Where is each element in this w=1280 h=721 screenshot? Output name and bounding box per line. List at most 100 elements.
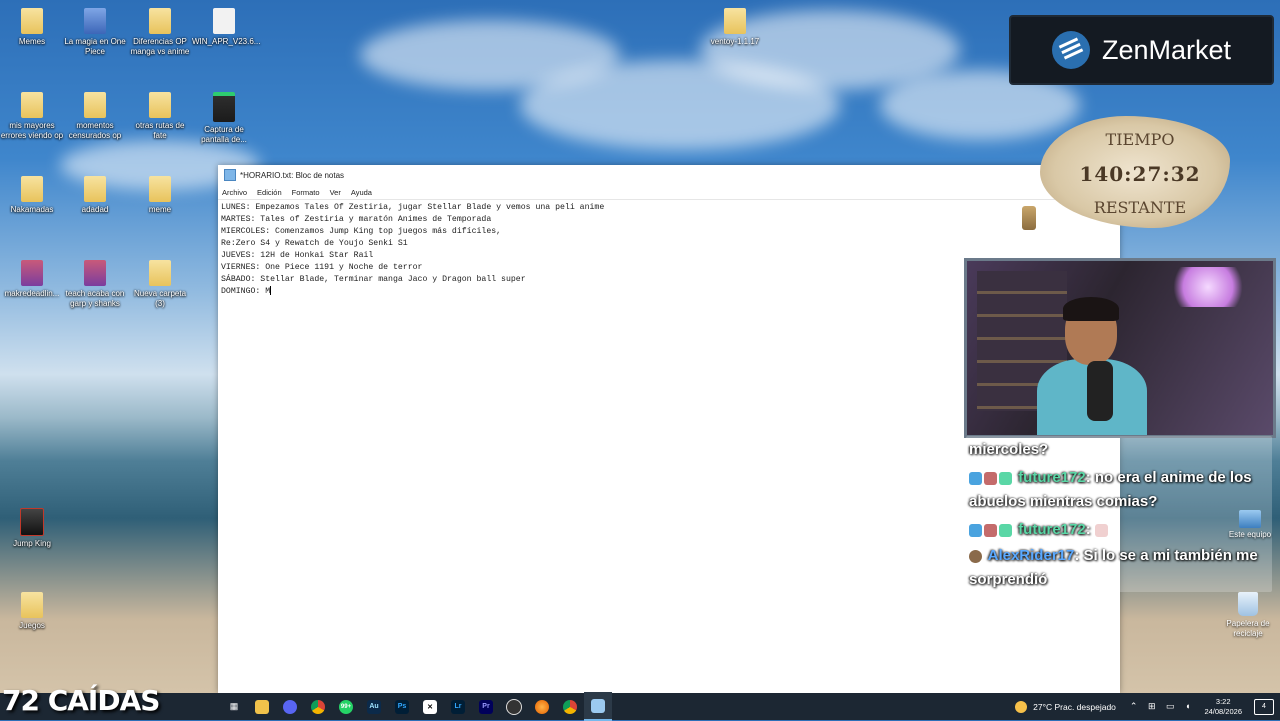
image-icon <box>21 260 43 286</box>
tray-icons[interactable]: ⌃ ⊞ ▭ ◖ <box>1130 701 1195 712</box>
chat-message: future172: no era el anime de los abuelo… <box>969 466 1269 514</box>
folder-icon <box>149 260 171 286</box>
desktop-icon-mis-mayores[interactable]: mis mayores errores viendo op <box>0 92 64 141</box>
obs-icon[interactable] <box>500 693 528 720</box>
text-line: MIERCOLES: Comenzamos Jump King top jueg… <box>221 227 502 236</box>
notification-badge: 99+ <box>339 699 353 714</box>
clock[interactable]: 3:22 24/08/2026 <box>1204 697 1242 717</box>
desktop-icon-otras-rutas[interactable]: otras rutas de fate <box>128 92 192 141</box>
chat-message: miercoles? <box>969 438 1269 462</box>
capcut-icon[interactable]: ✕ <box>416 693 444 720</box>
desktop-icon-jump-king[interactable]: Jump King <box>0 508 64 549</box>
recycle-bin-icon <box>1238 592 1258 616</box>
app-label: Pr <box>479 699 493 714</box>
menu-edicion[interactable]: Edición <box>257 188 282 197</box>
app-label: Au <box>367 699 381 714</box>
chat-message: AlexRider17: Si lo se a mi también me so… <box>969 544 1269 592</box>
desktop-icon-la-magia[interactable]: La magia en One Piece <box>63 8 127 57</box>
badge-icon <box>969 549 982 563</box>
desktop-icon-ventoy[interactable]: ventoy-1.1.17 <box>703 8 767 47</box>
chat-text: : <box>1085 521 1091 538</box>
desktop-icon-diferencias[interactable]: Diferencias OP manga vs anime <box>128 8 192 57</box>
image-icon <box>84 260 106 286</box>
countdown-timer: TIEMPO 140:27:32 RESTANTE <box>1022 116 1240 234</box>
taskbar: ▦ 99+ Au Ps ✕ Lr Pr 27°C Prac. despejado… <box>0 692 1280 721</box>
menu-ver[interactable]: Ver <box>330 188 341 197</box>
death-counter: 72 CAÍDAS <box>2 684 160 717</box>
window-title: *HORARIO.txt: Bloc de notas <box>240 170 345 180</box>
notepad-icon <box>224 169 236 181</box>
folder-icon <box>21 8 43 34</box>
sun-icon <box>1015 700 1028 713</box>
folder-icon <box>149 92 171 118</box>
sponsor-banner: ZenMarket <box>1009 15 1274 85</box>
file-explorer-icon[interactable] <box>248 693 276 720</box>
desktop-icon-adadad[interactable]: adadad <box>63 176 127 215</box>
badge-icon <box>999 471 1012 485</box>
screenshot-icon <box>213 92 235 122</box>
icon-label: Este equipo <box>1228 530 1272 539</box>
discord-icon[interactable] <box>276 693 304 720</box>
desktop-icon-nueva-carpeta[interactable]: Nueva carpeta (3) <box>128 260 192 309</box>
desktop-icon-meme[interactable]: meme <box>128 176 192 215</box>
desktop-icon-nakamadas[interactable]: Nakamadas <box>0 176 64 215</box>
chat-username: future172 <box>1018 469 1086 486</box>
firefox-icon[interactable] <box>528 693 556 720</box>
desktop-icon-makredeadlin[interactable]: makredeadlin... <box>0 260 64 299</box>
desktop-icon-teach[interactable]: teach acaba con garp y shanks <box>63 260 127 309</box>
text-line: LUNES: Empezamos Tales Of Zestiria, juga… <box>221 203 605 212</box>
zenmarket-logo-icon <box>1051 31 1090 69</box>
folder-icon <box>21 592 43 618</box>
whatsapp-icon[interactable]: 99+ <box>332 693 360 720</box>
badge-icon <box>984 471 997 485</box>
desktop-icon-momentos[interactable]: momentos censurados op <box>63 92 127 141</box>
notification-center-icon[interactable]: 4 <box>1254 698 1274 715</box>
hourglass-icon <box>1022 206 1036 230</box>
timer-label-bottom: RESTANTE <box>1093 198 1187 217</box>
notepad-titlebar[interactable]: *HORARIO.txt: Bloc de notas <box>218 165 1120 185</box>
desktop-icon-juegos[interactable]: Juegos <box>0 592 64 631</box>
desktop-icon-win-apr[interactable]: WIN_APR_V23.6... <box>192 8 260 47</box>
game-icon <box>20 508 44 536</box>
folder-icon <box>149 8 171 34</box>
folder-icon <box>84 92 106 118</box>
badge-icon <box>984 523 997 537</box>
premiere-icon[interactable]: Pr <box>472 693 500 720</box>
icon-label: Papelera de reciclaje <box>1226 619 1270 638</box>
microphone <box>1087 361 1113 421</box>
system-tray: 27°C Prac. despejado ⌃ ⊞ ▭ ◖ 3:22 24/08/2… <box>1015 693 1280 720</box>
desktop-icon-captura[interactable]: Captura de pantalla de... <box>192 92 256 145</box>
folder-icon <box>21 176 43 202</box>
timer-label-top: TIEMPO <box>1105 130 1175 149</box>
lightroom-icon[interactable]: Lr <box>444 693 472 720</box>
photoshop-icon[interactable]: Ps <box>388 693 416 720</box>
app-label: Ps <box>395 699 409 714</box>
chrome-icon-2[interactable] <box>556 693 584 720</box>
task-view-icon[interactable]: ▦ <box>220 693 248 720</box>
weather-text: 27°C Prac. despejado <box>1033 701 1116 712</box>
desktop-icon-este-equipo[interactable]: Este equipo <box>1220 510 1280 540</box>
folder-icon <box>21 92 43 118</box>
menu-archivo[interactable]: Archivo <box>222 188 247 197</box>
chat-username: future172 <box>1018 521 1086 538</box>
folder-icon <box>84 176 106 202</box>
badge-icon <box>969 471 982 485</box>
notepad-taskbar-icon[interactable] <box>584 692 612 721</box>
streamer-hair <box>1063 297 1119 321</box>
menu-ayuda[interactable]: Ayuda <box>351 188 372 197</box>
menu-formato[interactable]: Formato <box>292 188 320 197</box>
menu-bar: Archivo Edición Formato Ver Ayuda <box>218 185 1120 200</box>
weather-widget[interactable]: 27°C Prac. despejado <box>1015 700 1116 713</box>
desktop-icon-papelera[interactable]: Papelera de reciclaje <box>1218 592 1278 639</box>
desktop-icon-memes[interactable]: Memes <box>0 8 64 47</box>
clock-time: 3:22 <box>1215 696 1231 706</box>
badge-icon <box>999 523 1012 537</box>
folder-icon <box>724 8 746 34</box>
chrome-icon[interactable] <box>304 693 332 720</box>
audition-icon[interactable]: Au <box>360 693 388 720</box>
text-line: MARTES: Tales of Zestiria y maratón Anim… <box>221 215 492 224</box>
emote-icon <box>1094 523 1108 537</box>
webcam-feed <box>964 258 1276 438</box>
folder-icon <box>149 176 171 202</box>
app-label: Lr <box>451 699 465 714</box>
